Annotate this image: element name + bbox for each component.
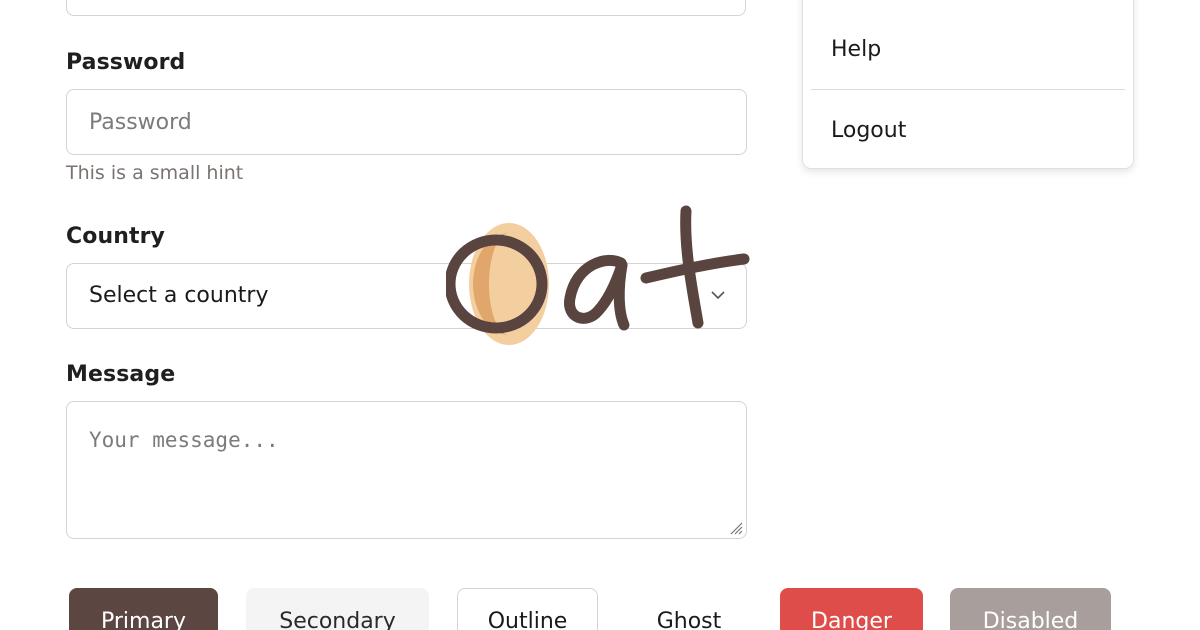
message-label: Message bbox=[66, 362, 176, 387]
message-textarea[interactable] bbox=[66, 401, 747, 539]
password-label: Password bbox=[66, 50, 186, 75]
password-hint: This is a small hint bbox=[66, 162, 244, 184]
dropdown-menu: Help Logout bbox=[802, 0, 1134, 169]
resize-grip-icon[interactable] bbox=[729, 521, 743, 535]
primary-button[interactable]: Primary bbox=[69, 588, 218, 630]
top-input-field[interactable] bbox=[66, 0, 746, 16]
menu-divider bbox=[811, 89, 1125, 90]
components-page: Password This is a small hint Country Se… bbox=[0, 0, 1200, 630]
danger-button[interactable]: Danger bbox=[780, 588, 923, 630]
country-label: Country bbox=[66, 224, 165, 249]
password-input[interactable] bbox=[66, 89, 747, 155]
country-select-value: Select a country bbox=[89, 283, 269, 308]
outline-button[interactable]: Outline bbox=[457, 588, 598, 630]
secondary-button[interactable]: Secondary bbox=[246, 588, 429, 630]
disabled-button: Disabled bbox=[950, 588, 1111, 630]
ghost-button[interactable]: Ghost bbox=[626, 588, 752, 630]
menu-item-logout[interactable]: Logout bbox=[831, 118, 906, 143]
oat-logo bbox=[446, 205, 750, 345]
menu-item-help[interactable]: Help bbox=[831, 37, 881, 62]
